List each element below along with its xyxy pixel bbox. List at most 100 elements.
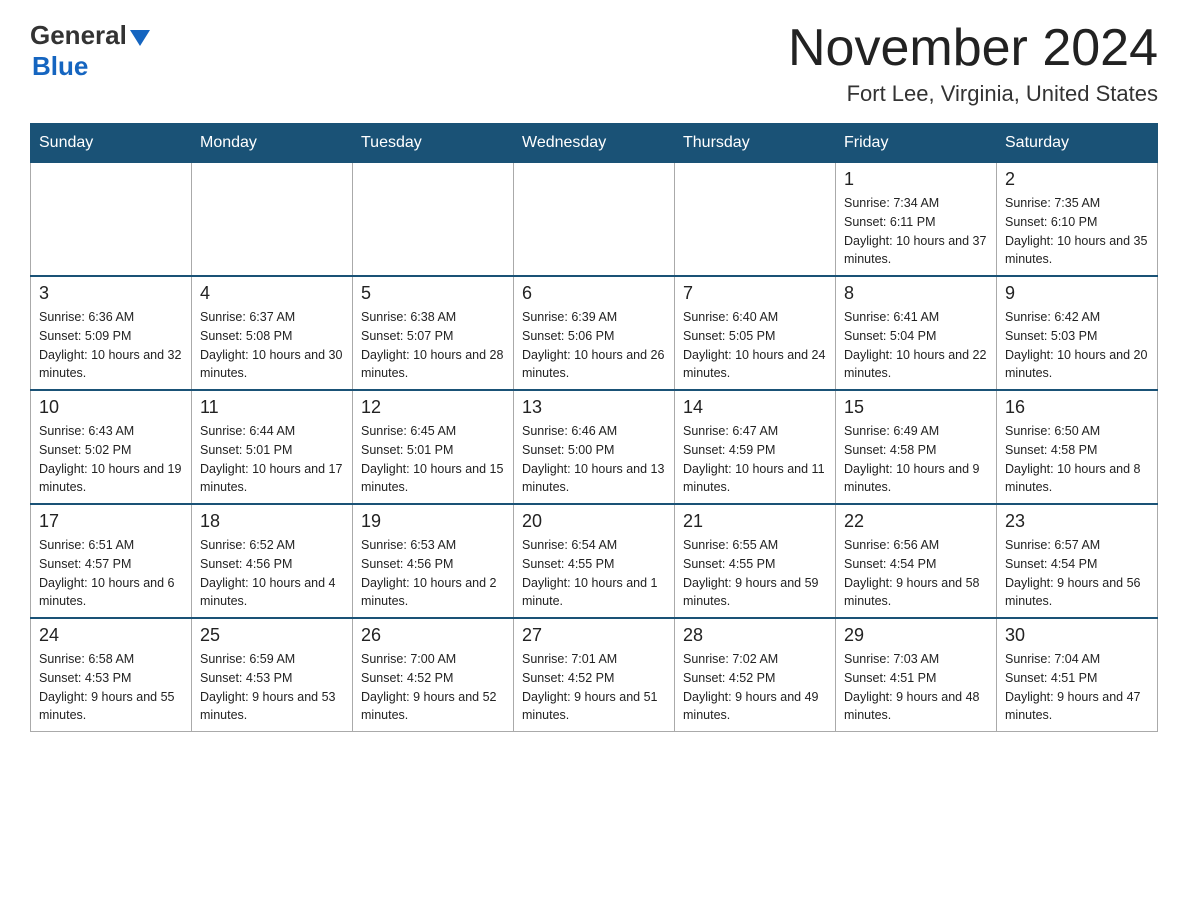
- day-number: 11: [200, 397, 344, 418]
- calendar-day-cell: 5 Sunrise: 6:38 AMSunset: 5:07 PMDaylight…: [353, 276, 514, 390]
- day-number: 23: [1005, 511, 1149, 532]
- day-sun-info: Sunrise: 6:56 AMSunset: 4:54 PMDaylight:…: [844, 536, 988, 611]
- day-number: 30: [1005, 625, 1149, 646]
- col-friday: Friday: [836, 124, 997, 163]
- month-year-title: November 2024: [788, 20, 1158, 77]
- calendar-day-cell: 18 Sunrise: 6:52 AMSunset: 4:56 PMDayligh…: [192, 504, 353, 618]
- calendar-day-cell: 3 Sunrise: 6:36 AMSunset: 5:09 PMDaylight…: [31, 276, 192, 390]
- day-sun-info: Sunrise: 7:34 AMSunset: 6:11 PMDaylight:…: [844, 194, 988, 269]
- calendar-day-cell: 19 Sunrise: 6:53 AMSunset: 4:56 PMDayligh…: [353, 504, 514, 618]
- day-number: 9: [1005, 283, 1149, 304]
- calendar-day-cell: 13 Sunrise: 6:46 AMSunset: 5:00 PMDayligh…: [514, 390, 675, 504]
- day-number: 28: [683, 625, 827, 646]
- col-tuesday: Tuesday: [353, 124, 514, 163]
- day-number: 15: [844, 397, 988, 418]
- calendar-day-cell: 14 Sunrise: 6:47 AMSunset: 4:59 PMDayligh…: [675, 390, 836, 504]
- calendar-day-cell: 7Sunrise: 6:40 AMSunset: 5:05 PMDaylight…: [675, 276, 836, 390]
- col-sunday: Sunday: [31, 124, 192, 163]
- day-sun-info: Sunrise: 6:44 AMSunset: 5:01 PMDaylight:…: [200, 422, 344, 497]
- calendar-day-cell: [675, 163, 836, 277]
- day-sun-info: Sunrise: 6:43 AMSunset: 5:02 PMDaylight:…: [39, 422, 183, 497]
- day-number: 26: [361, 625, 505, 646]
- day-number: 17: [39, 511, 183, 532]
- day-number: 10: [39, 397, 183, 418]
- calendar-day-cell: 24 Sunrise: 6:58 AMSunset: 4:53 PMDayligh…: [31, 618, 192, 732]
- calendar-week-row: 24 Sunrise: 6:58 AMSunset: 4:53 PMDayligh…: [31, 618, 1158, 732]
- day-number: 29: [844, 625, 988, 646]
- calendar-day-cell: 23 Sunrise: 6:57 AMSunset: 4:54 PMDayligh…: [997, 504, 1158, 618]
- calendar-header-row: Sunday Monday Tuesday Wednesday Thursday…: [31, 124, 1158, 163]
- calendar-week-row: 3 Sunrise: 6:36 AMSunset: 5:09 PMDaylight…: [31, 276, 1158, 390]
- day-sun-info: Sunrise: 6:38 AMSunset: 5:07 PMDaylight:…: [361, 308, 505, 383]
- calendar-day-cell: 16 Sunrise: 6:50 AMSunset: 4:58 PMDayligh…: [997, 390, 1158, 504]
- calendar-day-cell: 11 Sunrise: 6:44 AMSunset: 5:01 PMDayligh…: [192, 390, 353, 504]
- day-number: 22: [844, 511, 988, 532]
- day-sun-info: Sunrise: 6:49 AMSunset: 4:58 PMDaylight:…: [844, 422, 988, 497]
- day-number: 27: [522, 625, 666, 646]
- day-sun-info: Sunrise: 7:35 AMSunset: 6:10 PMDaylight:…: [1005, 194, 1149, 269]
- col-monday: Monday: [192, 124, 353, 163]
- calendar-day-cell: [353, 163, 514, 277]
- day-sun-info: Sunrise: 6:52 AMSunset: 4:56 PMDaylight:…: [200, 536, 344, 611]
- day-number: 1: [844, 169, 988, 190]
- day-sun-info: Sunrise: 7:03 AMSunset: 4:51 PMDaylight:…: [844, 650, 988, 725]
- logo-triangle-icon: [130, 30, 150, 46]
- calendar-day-cell: 27Sunrise: 7:01 AMSunset: 4:52 PMDayligh…: [514, 618, 675, 732]
- calendar-day-cell: 1 Sunrise: 7:34 AMSunset: 6:11 PMDaylight…: [836, 163, 997, 277]
- calendar-day-cell: 17 Sunrise: 6:51 AMSunset: 4:57 PMDayligh…: [31, 504, 192, 618]
- calendar-day-cell: 2 Sunrise: 7:35 AMSunset: 6:10 PMDaylight…: [997, 163, 1158, 277]
- day-number: 13: [522, 397, 666, 418]
- calendar-day-cell: 9Sunrise: 6:42 AMSunset: 5:03 PMDaylight…: [997, 276, 1158, 390]
- day-number: 19: [361, 511, 505, 532]
- calendar-day-cell: 10 Sunrise: 6:43 AMSunset: 5:02 PMDayligh…: [31, 390, 192, 504]
- day-sun-info: Sunrise: 6:55 AMSunset: 4:55 PMDaylight:…: [683, 536, 827, 611]
- day-sun-info: Sunrise: 6:47 AMSunset: 4:59 PMDaylight:…: [683, 422, 827, 497]
- day-number: 16: [1005, 397, 1149, 418]
- day-sun-info: Sunrise: 6:36 AMSunset: 5:09 PMDaylight:…: [39, 308, 183, 383]
- day-number: 25: [200, 625, 344, 646]
- day-number: 14: [683, 397, 827, 418]
- logo-general-text: General: [30, 20, 127, 51]
- day-sun-info: Sunrise: 6:37 AMSunset: 5:08 PMDaylight:…: [200, 308, 344, 383]
- day-sun-info: Sunrise: 6:57 AMSunset: 4:54 PMDaylight:…: [1005, 536, 1149, 611]
- day-sun-info: Sunrise: 6:53 AMSunset: 4:56 PMDaylight:…: [361, 536, 505, 611]
- day-sun-info: Sunrise: 7:04 AMSunset: 4:51 PMDaylight:…: [1005, 650, 1149, 725]
- day-number: 8: [844, 283, 988, 304]
- day-sun-info: Sunrise: 7:00 AMSunset: 4:52 PMDaylight:…: [361, 650, 505, 725]
- day-sun-info: Sunrise: 6:46 AMSunset: 5:00 PMDaylight:…: [522, 422, 666, 497]
- day-number: 3: [39, 283, 183, 304]
- day-sun-info: Sunrise: 6:51 AMSunset: 4:57 PMDaylight:…: [39, 536, 183, 611]
- day-sun-info: Sunrise: 6:45 AMSunset: 5:01 PMDaylight:…: [361, 422, 505, 497]
- calendar-week-row: 10 Sunrise: 6:43 AMSunset: 5:02 PMDayligh…: [31, 390, 1158, 504]
- day-number: 5: [361, 283, 505, 304]
- calendar-day-cell: 4Sunrise: 6:37 AMSunset: 5:08 PMDaylight…: [192, 276, 353, 390]
- calendar-day-cell: 28Sunrise: 7:02 AMSunset: 4:52 PMDayligh…: [675, 618, 836, 732]
- day-sun-info: Sunrise: 6:39 AMSunset: 5:06 PMDaylight:…: [522, 308, 666, 383]
- page-header: General Blue November 2024 Fort Lee, Vir…: [30, 20, 1158, 107]
- day-number: 6: [522, 283, 666, 304]
- day-number: 2: [1005, 169, 1149, 190]
- calendar-day-cell: 6 Sunrise: 6:39 AMSunset: 5:06 PMDaylight…: [514, 276, 675, 390]
- day-number: 20: [522, 511, 666, 532]
- calendar-day-cell: 29 Sunrise: 7:03 AMSunset: 4:51 PMDayligh…: [836, 618, 997, 732]
- calendar-table: Sunday Monday Tuesday Wednesday Thursday…: [30, 123, 1158, 732]
- day-sun-info: Sunrise: 6:50 AMSunset: 4:58 PMDaylight:…: [1005, 422, 1149, 497]
- location-subtitle: Fort Lee, Virginia, United States: [788, 81, 1158, 107]
- calendar-day-cell: 12Sunrise: 6:45 AMSunset: 5:01 PMDayligh…: [353, 390, 514, 504]
- calendar-day-cell: 20 Sunrise: 6:54 AMSunset: 4:55 PMDayligh…: [514, 504, 675, 618]
- calendar-day-cell: 30 Sunrise: 7:04 AMSunset: 4:51 PMDayligh…: [997, 618, 1158, 732]
- day-sun-info: Sunrise: 6:54 AMSunset: 4:55 PMDaylight:…: [522, 536, 666, 611]
- day-sun-info: Sunrise: 6:59 AMSunset: 4:53 PMDaylight:…: [200, 650, 344, 725]
- day-sun-info: Sunrise: 6:41 AMSunset: 5:04 PMDaylight:…: [844, 308, 988, 383]
- day-sun-info: Sunrise: 6:58 AMSunset: 4:53 PMDaylight:…: [39, 650, 183, 725]
- day-number: 18: [200, 511, 344, 532]
- calendar-title-area: November 2024 Fort Lee, Virginia, United…: [788, 20, 1158, 107]
- logo: General Blue: [30, 20, 150, 82]
- calendar-day-cell: [192, 163, 353, 277]
- col-thursday: Thursday: [675, 124, 836, 163]
- day-number: 24: [39, 625, 183, 646]
- calendar-day-cell: 21Sunrise: 6:55 AMSunset: 4:55 PMDayligh…: [675, 504, 836, 618]
- col-wednesday: Wednesday: [514, 124, 675, 163]
- calendar-day-cell: [514, 163, 675, 277]
- calendar-day-cell: 25 Sunrise: 6:59 AMSunset: 4:53 PMDayligh…: [192, 618, 353, 732]
